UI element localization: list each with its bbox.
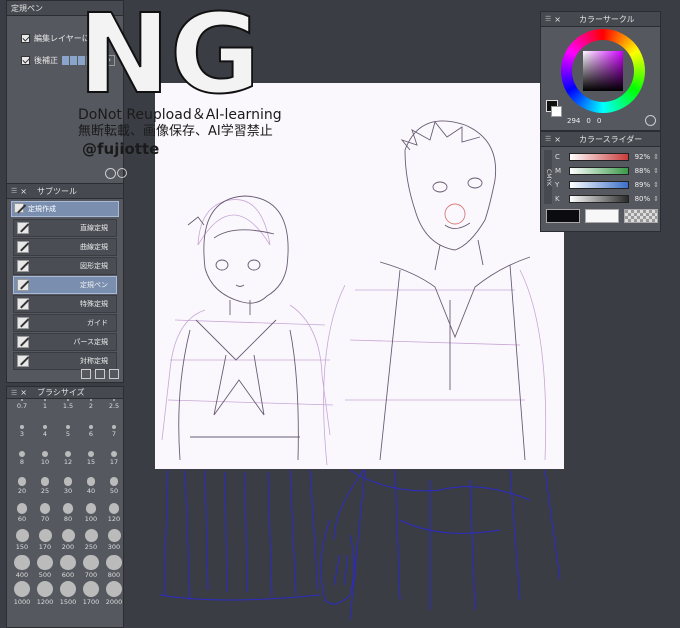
hue-value: 294	[567, 117, 581, 125]
ng-logo: NG	[78, 0, 253, 102]
channel-label: M	[555, 167, 562, 175]
close-icon[interactable]: ×	[554, 135, 561, 144]
color-slider-panel: ☰ × カラースライダー CMYK C 92% ⇕ M 88% ⇕ Y 89% ⇕ K 80% ⇕	[540, 131, 661, 232]
channel-slider[interactable]	[568, 167, 629, 175]
grip-icon[interactable]: ☰	[545, 15, 551, 23]
color-slider-title: カラースライダー	[578, 134, 643, 144]
stepper-icon[interactable]: ⇕	[653, 153, 659, 161]
sub-color-swatch[interactable]	[551, 106, 562, 117]
stepper-icon[interactable]: ⇕	[653, 167, 659, 175]
blue-lower-sketch	[159, 469, 561, 621]
close-icon[interactable]: ×	[554, 15, 561, 24]
character-boy	[379, 120, 531, 461]
stepper-icon[interactable]: ⇕	[653, 181, 659, 189]
watermark-handle: @fujiotte	[82, 140, 160, 158]
watermark-line2: 無断転載、画像保存、AI学習禁止	[78, 124, 273, 139]
color-slider-row: Y 89% ⇕	[555, 178, 659, 192]
channel-label: Y	[555, 181, 560, 189]
v-value: 0	[596, 117, 602, 125]
color-circle-title: カラーサークル	[578, 14, 635, 24]
stepper-icon[interactable]: ⇕	[653, 195, 659, 203]
cmyk-mode-tab[interactable]: CMYK	[544, 150, 552, 204]
slider-rows: C 92% ⇕ M 88% ⇕ Y 89% ⇕ K 80% ⇕	[555, 150, 659, 206]
svg-text:NG: NG	[78, 0, 253, 102]
channel-slider[interactable]	[568, 153, 629, 161]
color-slider-titlebar: ☰ × カラースライダー	[541, 132, 660, 147]
hsv-readout: 294 0 0	[567, 117, 601, 125]
channel-label: C	[555, 153, 560, 161]
transparent-color-box[interactable]	[624, 209, 658, 223]
channel-slider[interactable]	[568, 195, 629, 203]
rough-sketch-lines	[161, 199, 547, 466]
sub-color-box[interactable]	[585, 209, 619, 223]
color-slider-row: M 88% ⇕	[555, 164, 659, 178]
settings-icon[interactable]	[645, 115, 656, 126]
color-slider-row: C 92% ⇕	[555, 150, 659, 164]
saturation-value-square[interactable]	[583, 51, 623, 91]
channel-value: 92%	[634, 153, 651, 161]
color-slider-row: K 80% ⇕	[555, 192, 659, 206]
channel-label: K	[555, 195, 560, 203]
character-girl	[178, 195, 300, 461]
color-circle-titlebar: ☰ × カラーサークル	[541, 12, 660, 27]
channel-value: 88%	[634, 167, 651, 175]
channel-slider[interactable]	[568, 181, 629, 189]
grip-icon[interactable]: ☰	[545, 135, 551, 143]
channel-value: 80%	[634, 195, 651, 203]
color-circle-panel: ☰ × カラーサークル 294 0 0	[540, 11, 661, 131]
s-value: 0	[586, 117, 591, 125]
main-color-box[interactable]	[546, 209, 580, 223]
channel-value: 89%	[634, 181, 651, 189]
